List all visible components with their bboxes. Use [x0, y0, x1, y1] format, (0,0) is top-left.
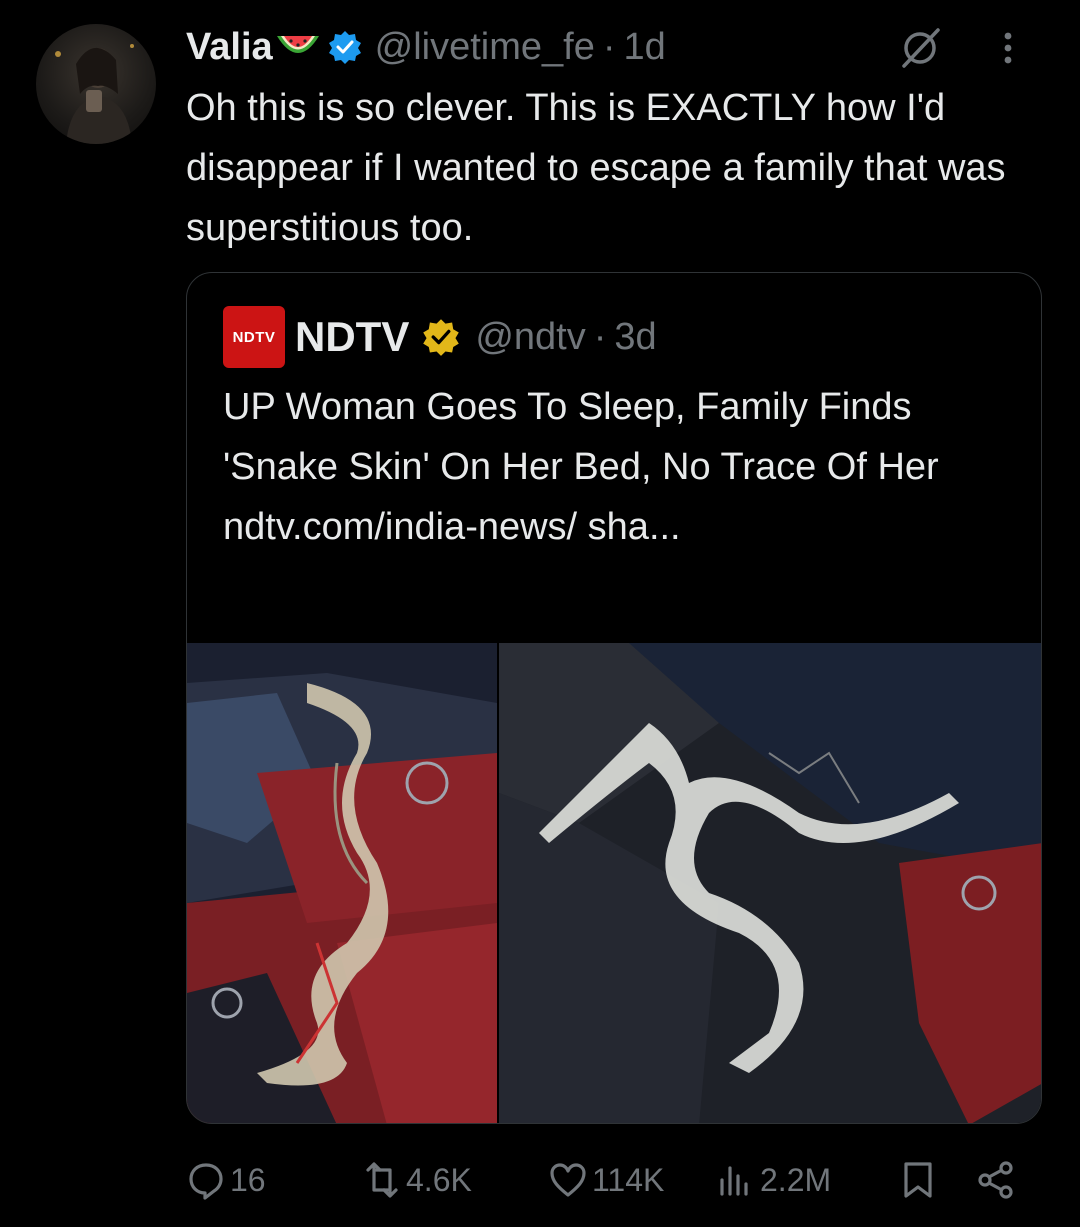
quote-author-name[interactable]: NDTV: [295, 313, 409, 361]
author-handle[interactable]: @livetime_fe: [375, 26, 595, 69]
quote-media[interactable]: [187, 643, 1041, 1123]
verified-badge-icon[interactable]: [327, 29, 363, 65]
share-button[interactable]: [976, 1152, 1020, 1208]
repost-icon: [366, 1162, 398, 1198]
quote-timestamp[interactable]: 3d: [614, 316, 656, 359]
avatar[interactable]: [36, 24, 156, 144]
like-icon: [550, 1163, 586, 1197]
grok-icon[interactable]: [898, 26, 942, 70]
repost-button[interactable]: 4.6K: [362, 1152, 472, 1208]
verified-badge-icon[interactable]: [421, 317, 461, 357]
reply-count: 16: [230, 1161, 266, 1198]
bookmark-icon: [904, 1162, 932, 1198]
more-icon[interactable]: [998, 26, 1018, 70]
action-bar: 16 4.6K 114K 2.2M: [186, 1152, 1036, 1208]
share-icon: [978, 1161, 1013, 1199]
reply-button[interactable]: 16: [186, 1152, 266, 1208]
quote-header: NDTV NDTV @ndtv · 3d: [223, 306, 657, 368]
bookmark-button[interactable]: [898, 1152, 942, 1208]
separator: ·: [602, 25, 616, 68]
watermelon-icon: [275, 30, 321, 64]
reply-icon: [189, 1163, 223, 1200]
author-name[interactable]: Valia: [186, 26, 273, 69]
views-button[interactable]: 2.2M: [716, 1152, 831, 1208]
timestamp[interactable]: 1d: [624, 26, 666, 69]
like-button[interactable]: 114K: [548, 1152, 664, 1208]
quoted-tweet[interactable]: NDTV NDTV @ndtv · 3d UP Woman Goes To Sl…: [186, 272, 1042, 1124]
ndtv-logo[interactable]: NDTV: [223, 306, 285, 368]
quote-text: UP Woman Goes To Sleep, Family Finds 'Sn…: [223, 386, 939, 548]
snake-skin-photo-left[interactable]: [187, 643, 497, 1123]
repost-count: 4.6K: [406, 1161, 472, 1198]
views-count: 2.2M: [760, 1161, 832, 1198]
tweet-text: Oh this is so clever. This is EXACTLY ho…: [186, 87, 1006, 249]
tweet-header: Valia @livetime_fe · 1d: [186, 20, 1036, 74]
views-icon: [720, 1166, 748, 1196]
separator: ·: [593, 315, 607, 358]
snake-skin-photo-right[interactable]: [499, 643, 1041, 1123]
quote-handle[interactable]: @ndtv: [475, 316, 585, 359]
like-count: 114K: [592, 1161, 665, 1198]
